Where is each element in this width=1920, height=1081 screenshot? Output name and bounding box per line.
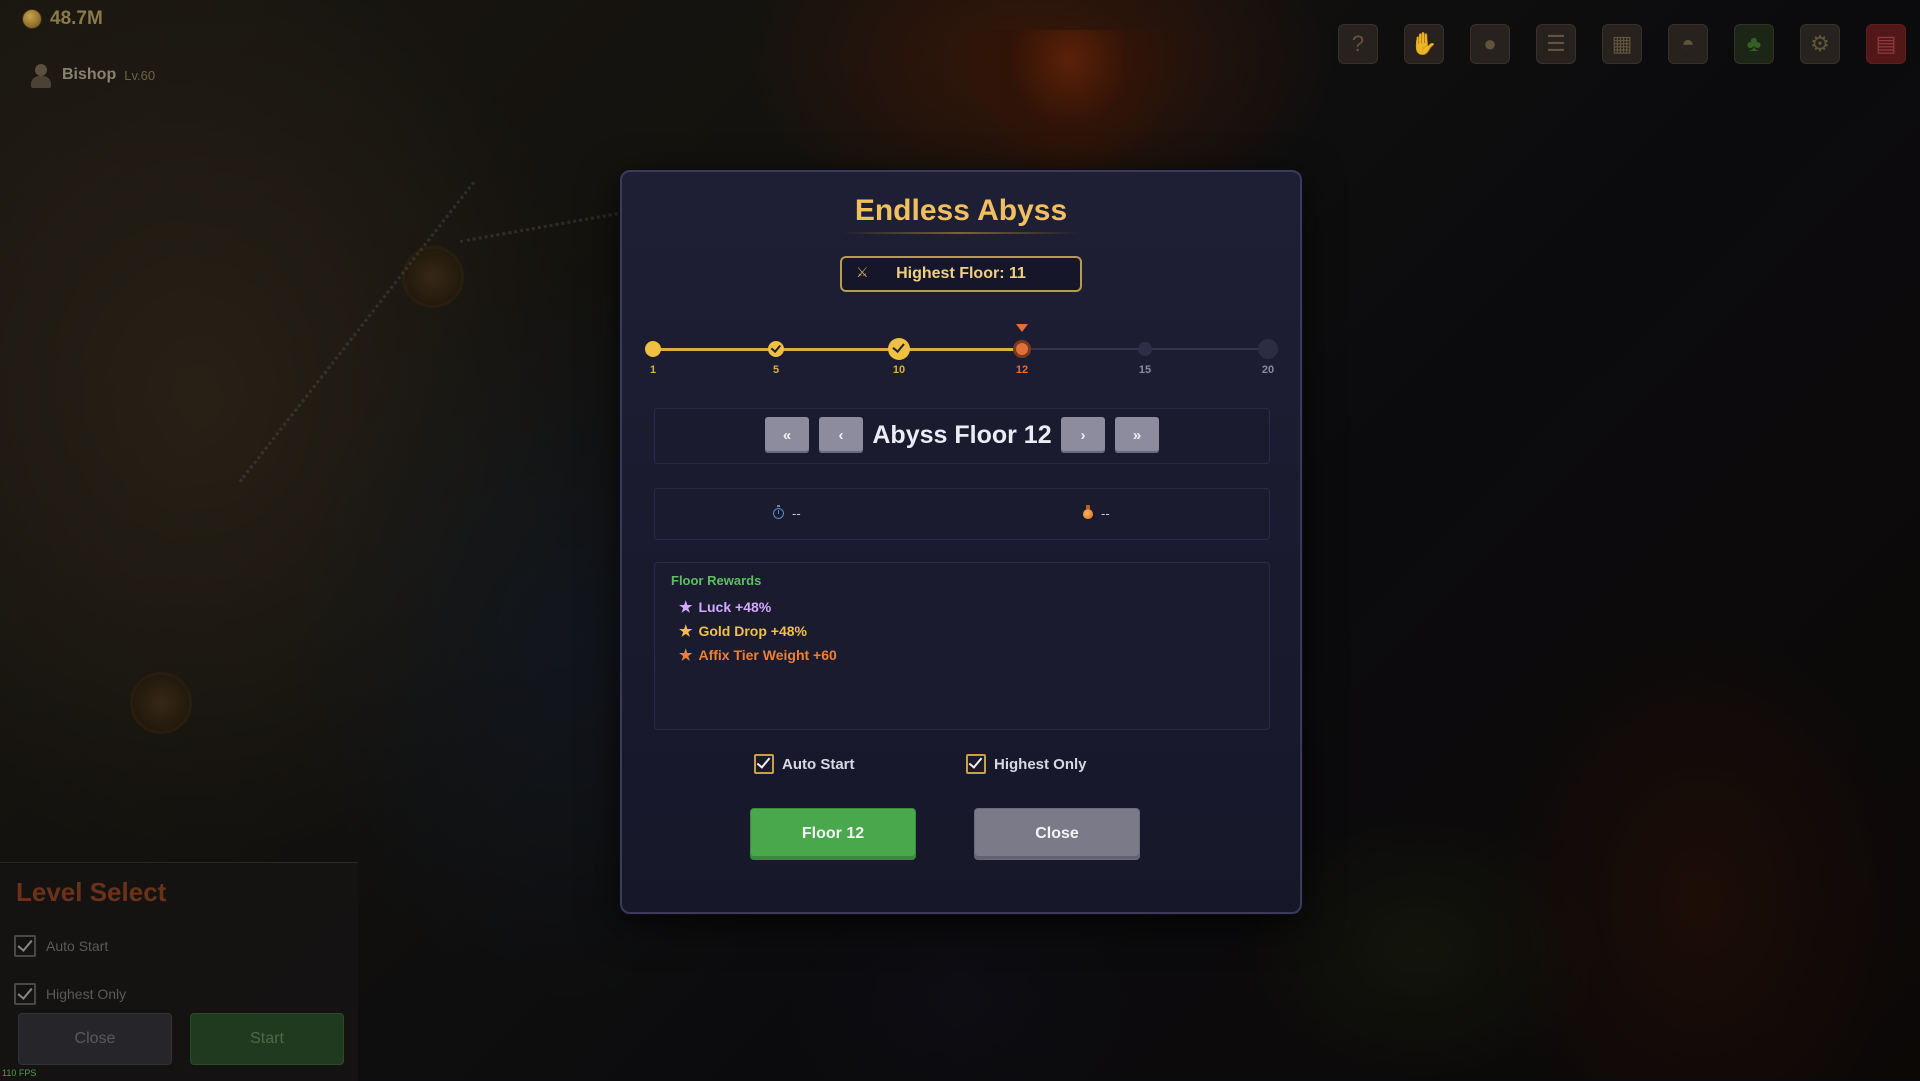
track-fill <box>653 348 1022 351</box>
floor-stats: -- -- <box>654 488 1270 540</box>
floor-navigator: « ‹ Abyss Floor 12 › » <box>654 408 1270 464</box>
volcano-decoration <box>960 30 1180 180</box>
level-select-highest-only[interactable]: Highest Only <box>14 983 126 1005</box>
time-value: -- <box>792 506 801 521</box>
level-select-auto-start[interactable]: Auto Start <box>14 935 108 957</box>
current-floor-marker <box>1016 324 1028 332</box>
auto-start-checkbox[interactable] <box>14 935 36 957</box>
floor-node-label: 10 <box>892 364 906 376</box>
rewards-title: Floor Rewards <box>671 573 762 588</box>
skill-tree-icon[interactable]: ♣ <box>1734 24 1774 64</box>
floor-rewards-panel: Floor Rewards ★ Luck +48% ★ Gold Drop +4… <box>654 562 1270 730</box>
handshake-icon[interactable]: ✋ <box>1404 24 1444 64</box>
map-path <box>238 181 476 483</box>
player-name: Bishop <box>62 66 117 83</box>
save-icon[interactable]: ▤ <box>1866 24 1906 64</box>
map-level-node[interactable] <box>402 246 464 308</box>
start-floor-button[interactable]: Floor 12 <box>750 808 916 860</box>
floor-node-reached[interactable] <box>645 341 661 357</box>
reward-text: Affix Tier Weight +60 <box>698 647 837 663</box>
highest-floor-text: Highest Floor: 11 <box>896 265 1026 282</box>
potion-stat: -- <box>1083 504 1110 521</box>
level-select-start-button[interactable]: Start <box>190 1013 344 1065</box>
floor-node-label: 1 <box>649 364 657 376</box>
level-select-panel: Level Select Auto Start Highest Only Clo… <box>0 862 358 1081</box>
level-select-title: Level Select <box>16 877 167 907</box>
potion-value: -- <box>1101 506 1110 521</box>
reward-item: ★ Gold Drop +48% <box>679 623 807 639</box>
highest-only-checkbox[interactable] <box>14 983 36 1005</box>
time-stat: -- <box>773 505 801 521</box>
highest-only-checkbox[interactable] <box>966 754 986 774</box>
floor-node-completed[interactable] <box>888 338 910 360</box>
floor-node-label: 5 <box>772 364 780 376</box>
orb-icon[interactable]: ● <box>1470 24 1510 64</box>
map-level-node[interactable] <box>130 672 192 734</box>
star-icon: ★ <box>679 622 693 640</box>
potion-icon <box>1083 504 1093 519</box>
auto-start-label: Auto Start <box>782 755 855 773</box>
settings-icon[interactable]: ⚙ <box>1800 24 1840 64</box>
floor-progress-track: 1 5 10 12 15 20 <box>622 312 1300 376</box>
highest-floor-badge: ⚔ Highest Floor: 11 <box>840 256 1082 292</box>
floor-name: Abyss Floor 12 <box>872 421 1052 449</box>
highest-only-label: Highest Only <box>994 755 1087 773</box>
first-floor-button[interactable]: « <box>765 417 809 453</box>
floor-node-label: 15 <box>1138 364 1152 376</box>
highest-only-label: Highest Only <box>46 986 127 1002</box>
star-icon: ★ <box>679 598 693 616</box>
player-avatar-icon <box>28 62 54 88</box>
floor-node[interactable] <box>1138 342 1152 356</box>
last-floor-button[interactable]: » <box>1115 417 1159 453</box>
endless-abyss-dialog: Endless Abyss ⚔ Highest Floor: 11 1 5 10 12… <box>620 170 1302 914</box>
reward-item: ★ Affix Tier Weight +60 <box>679 647 837 663</box>
close-button[interactable]: Close <box>974 808 1140 860</box>
reward-text: Gold Drop +48% <box>698 623 807 639</box>
floor-node-label: 20 <box>1261 364 1275 376</box>
gold-counter: 48.7M <box>22 8 103 30</box>
auto-start-checkbox[interactable] <box>754 754 774 774</box>
next-floor-button[interactable]: › <box>1061 417 1105 453</box>
list-icon[interactable]: ☰ <box>1536 24 1576 64</box>
helmet-icon[interactable]: ◓ <box>1668 24 1708 64</box>
help-icon[interactable]: ? <box>1338 24 1378 64</box>
level-select-close-button[interactable]: Close <box>18 1013 172 1065</box>
checkmark-icon <box>892 340 905 354</box>
highest-only-option[interactable]: Highest Only <box>966 754 1087 774</box>
dialog-title: Endless Abyss <box>854 194 1068 227</box>
auto-start-label: Auto Start <box>46 938 109 954</box>
reward-item: ★ Luck +48% <box>679 599 771 615</box>
checkmark-icon <box>770 342 781 353</box>
map-icon[interactable]: ▦ <box>1602 24 1642 64</box>
floor-node-current[interactable] <box>1013 340 1031 358</box>
top-toolbar: ? ✋ ● ☰ ▦ ◓ ♣ ⚙ ▤ <box>1338 24 1906 64</box>
reward-text: Luck +48% <box>698 599 772 615</box>
star-icon: ★ <box>679 646 693 664</box>
fps-counter: 110 FPS <box>2 1068 37 1078</box>
coin-icon <box>22 9 42 29</box>
auto-start-option[interactable]: Auto Start <box>754 754 855 774</box>
player-info: Bishop Lv.60 <box>28 62 155 88</box>
title-underline <box>840 232 1082 234</box>
floor-node-label: 12 <box>1015 364 1029 376</box>
floor-node-completed[interactable] <box>768 341 784 357</box>
floor-node-max[interactable] <box>1258 339 1278 359</box>
stopwatch-icon <box>773 505 784 519</box>
player-level: Lv.60 <box>124 67 156 83</box>
gold-value: 48.7M <box>50 8 103 29</box>
map-path <box>459 212 618 243</box>
